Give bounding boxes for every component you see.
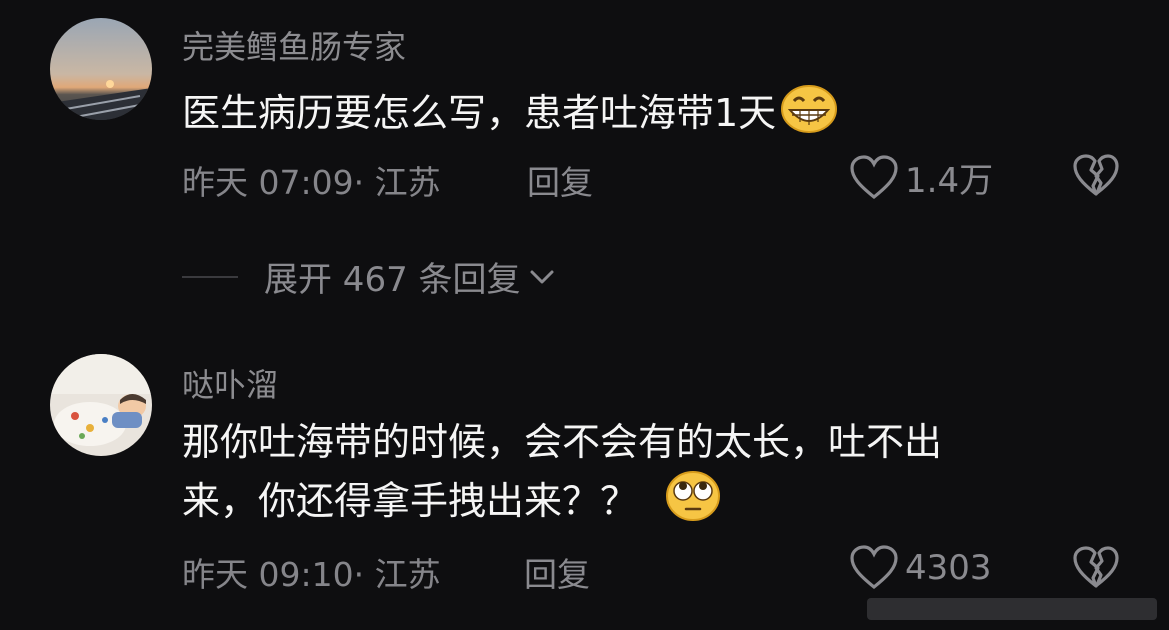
- like-button[interactable]: 1.4万: [849, 153, 993, 202]
- dislike-button[interactable]: [1072, 154, 1120, 202]
- comment-text-content: 医生病历要怎么写，患者吐海带1天: [182, 91, 777, 135]
- comment-text-line-1: 那你吐海带的时候，会不会有的太长，吐不出: [182, 420, 943, 464]
- timestamp-location: 昨天 07:09· 江苏: [182, 163, 441, 202]
- reply-button[interactable]: 回复: [524, 548, 590, 596]
- comment-text: 医生病历要怎么写，患者吐海带1天: [182, 84, 838, 149]
- expand-replies-label: 展开 467 条回复: [264, 260, 521, 300]
- chevron-down-icon: [530, 270, 554, 283]
- avatar[interactable]: [50, 354, 152, 456]
- sunset-avatar-image: [50, 18, 152, 120]
- comment-text: 那你吐海带的时候，会不会有的太长，吐不出 来，你还得拿手拽出来？？: [182, 414, 942, 537]
- like-count: 1.4万: [905, 161, 994, 201]
- flushed-face-emoji: [664, 470, 722, 537]
- broken-heart-icon: [1073, 546, 1119, 588]
- heart-icon: [850, 154, 898, 199]
- comment-text-line-2: 来，你还得拿手拽出来？？: [182, 470, 942, 537]
- timestamp-location: 昨天 09:10· 江苏: [182, 555, 441, 594]
- broken-heart-icon: [1073, 154, 1119, 196]
- watermark: [867, 592, 1157, 626]
- avatar[interactable]: [50, 18, 152, 120]
- like-count: 4303: [905, 548, 992, 588]
- comment-text-line-2-content: 来，你还得拿手拽出来？？: [182, 479, 639, 523]
- username[interactable]: 哒卟溜: [182, 360, 278, 406]
- grinning-face-emoji: [780, 84, 838, 149]
- reply-button[interactable]: 回复: [527, 156, 593, 204]
- expand-replies-button[interactable]: 展开 467 条回复: [182, 252, 557, 301]
- divider-line: [182, 275, 238, 278]
- dislike-button[interactable]: [1072, 546, 1120, 594]
- like-button[interactable]: 4303: [849, 545, 992, 591]
- username[interactable]: 完美鳕鱼肠专家: [182, 22, 406, 68]
- baby-avatar-image: [50, 354, 152, 456]
- heart-icon: [850, 545, 898, 590]
